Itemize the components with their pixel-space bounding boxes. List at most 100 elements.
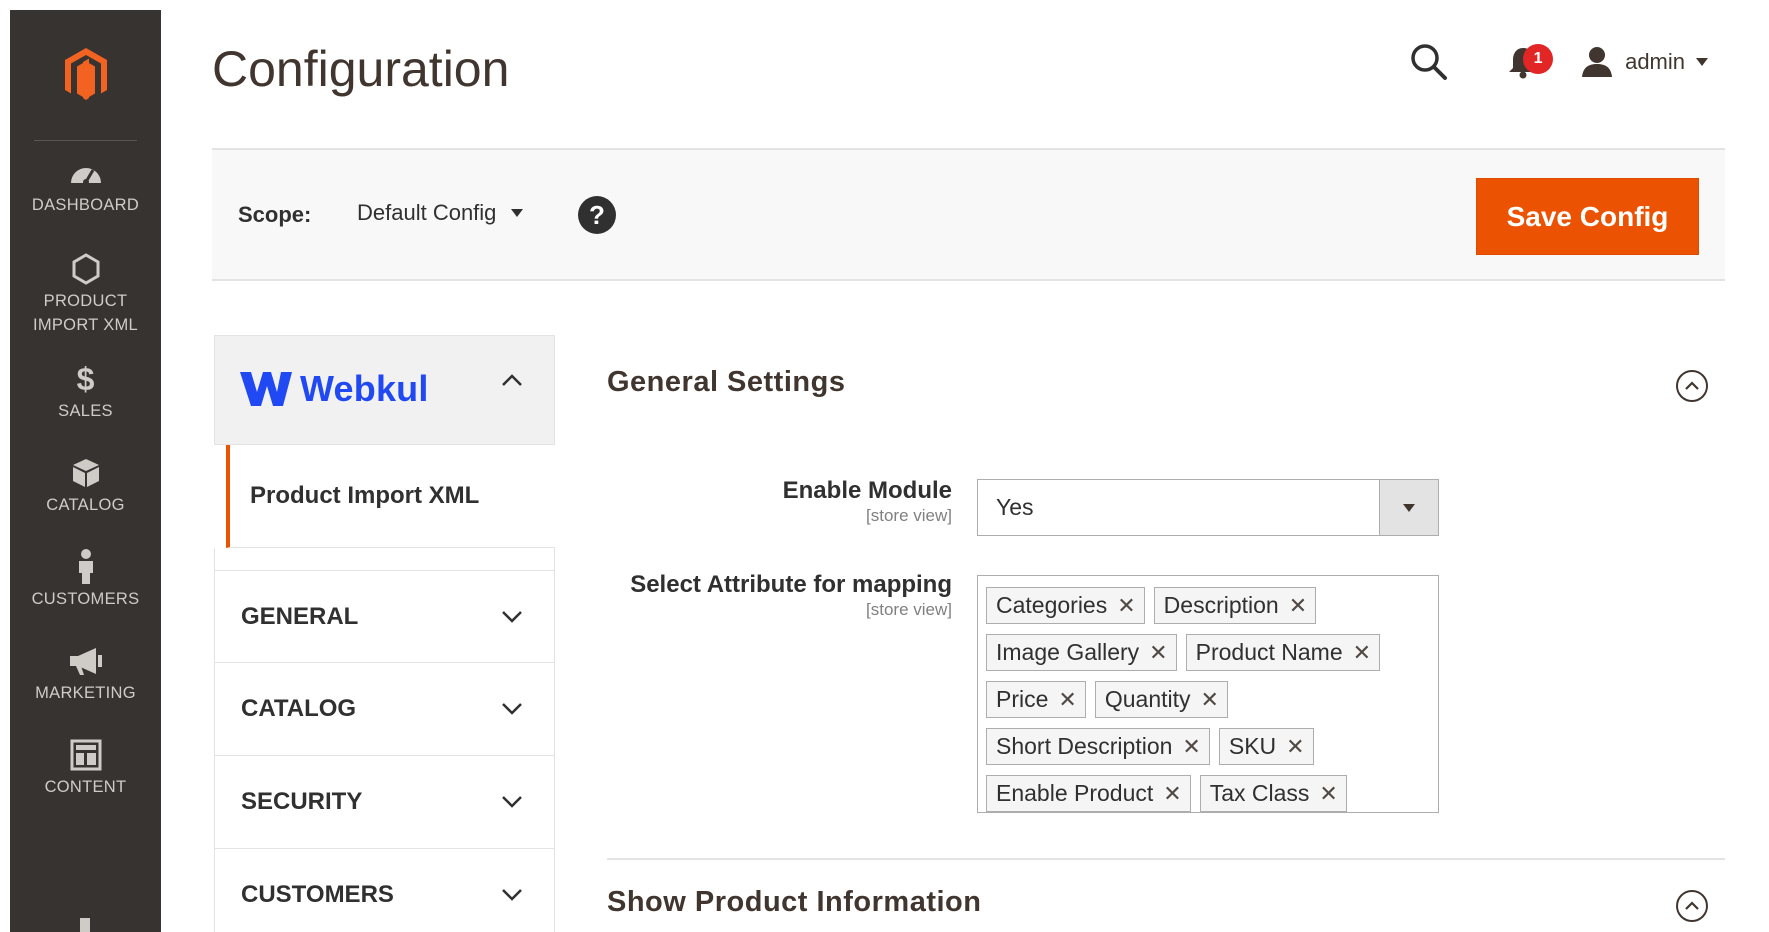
section-collapse-button[interactable]: [1676, 890, 1708, 922]
remove-tag-icon[interactable]: ✕: [1058, 687, 1076, 713]
hexagon-icon: [10, 249, 161, 289]
dashboard-icon: [10, 153, 161, 193]
section-divider: [607, 858, 1725, 860]
user-menu[interactable]: admin: [1581, 46, 1709, 78]
tag-row: Image Gallery ✕ Product Name ✕: [986, 629, 1430, 676]
tab-group-catalog[interactable]: CATALOG: [214, 663, 555, 756]
section-collapse-button[interactable]: [1676, 370, 1708, 402]
tab-group-security[interactable]: SECURITY: [214, 756, 555, 849]
nav-label: DASHBOARD: [31, 196, 140, 214]
field-scope: [store view]: [866, 506, 952, 525]
chevron-up-icon: [1685, 901, 1699, 910]
attribute-tag: Tax Class ✕: [1199, 775, 1347, 812]
chevron-down-icon: [502, 889, 522, 901]
tag-label: Description: [1163, 592, 1279, 618]
attribute-tag: SKU ✕: [1218, 728, 1314, 765]
nav-item-content[interactable]: CONTENT: [10, 729, 161, 823]
tag-row: Enable Product ✕ Tax Class ✕: [986, 770, 1430, 817]
remove-tag-icon[interactable]: ✕: [1319, 781, 1337, 807]
tag-label: Quantity: [1104, 686, 1191, 712]
tab-group-label: GENERAL: [241, 602, 359, 630]
user-name: admin: [1625, 49, 1685, 74]
attribute-mapping-multiselect[interactable]: Categories ✕ Description ✕ Image Gallery ✕ …: [977, 575, 1439, 813]
nav-label: SALES: [58, 402, 113, 420]
attribute-tag: Categories ✕: [986, 587, 1145, 624]
webkul-tab-header[interactable]: Webkul: [214, 335, 555, 445]
chevron-up-icon: [1685, 381, 1699, 390]
search-button[interactable]: [1405, 38, 1453, 86]
tab-spacer: [214, 548, 555, 570]
nav-label: CATALOG: [46, 496, 125, 514]
dollar-icon: $: [76, 360, 95, 397]
remove-tag-icon[interactable]: ✕: [1182, 734, 1200, 760]
field-label-text: Select Attribute for mapping: [630, 571, 952, 598]
magento-logo[interactable]: [10, 10, 161, 140]
nav-item-product-import-xml[interactable]: PRODUCT IMPORT XML: [10, 243, 161, 353]
remove-tag-icon[interactable]: ✕: [1201, 687, 1219, 713]
caret-down-icon: [1696, 58, 1708, 66]
scope-label: Scope:: [238, 202, 312, 227]
tag-row: Price ✕ Quantity ✕: [986, 676, 1430, 723]
tab-group-label: CATALOG: [241, 695, 357, 722]
tag-label: Categories: [996, 592, 1108, 618]
tab-group-customers[interactable]: CUSTOMERS: [214, 849, 555, 932]
attribute-tag: Price ✕: [986, 681, 1086, 718]
tag-row: Short Description ✕ SKU ✕: [986, 723, 1430, 770]
attribute-tag: Product Name ✕: [1185, 634, 1381, 671]
config-tabs: Webkul Product Import XML GENERAL CATALO…: [214, 335, 555, 932]
save-config-button[interactable]: Save Config: [1476, 178, 1699, 255]
remove-tag-icon[interactable]: ✕: [1163, 781, 1181, 807]
nav-label: MARKETING: [35, 684, 136, 702]
section-title-general-settings[interactable]: General Settings: [607, 366, 845, 399]
attribute-tag: Description ✕: [1153, 587, 1317, 624]
attribute-tag: Enable Product ✕: [986, 775, 1191, 812]
webkul-logo: Webkul: [240, 368, 429, 410]
select-value: Yes: [996, 494, 1034, 520]
attribute-mapping-label: Select Attribute for mapping [store view…: [630, 570, 952, 620]
remove-tag-icon[interactable]: ✕: [1117, 593, 1135, 619]
scope-switcher[interactable]: Default Config: [357, 200, 524, 226]
remove-tag-icon[interactable]: ✕: [1289, 593, 1307, 619]
nav-item-catalog[interactable]: CATALOG: [10, 447, 161, 541]
select-arrow[interactable]: [1379, 480, 1438, 535]
layout-icon: [10, 735, 161, 775]
scope-bar: Scope: Default Config ? Save Config: [212, 148, 1725, 281]
nav-item-sales[interactable]: $ SALES: [10, 353, 161, 447]
help-icon[interactable]: ?: [578, 196, 616, 234]
tag-label: Product Name: [1195, 639, 1343, 665]
webkul-label: Webkul: [300, 368, 429, 409]
tag-label: Short Description: [996, 733, 1173, 759]
header-actions: 1 admin: [1405, 38, 1709, 86]
chevron-down-icon: [502, 703, 522, 715]
tab-group-label: CUSTOMERS: [241, 881, 394, 908]
nav-label: PRODUCT IMPORT XML: [32, 292, 139, 334]
chevron-down-icon: [502, 610, 522, 623]
remove-tag-icon[interactable]: ✕: [1286, 734, 1304, 760]
search-icon: [1411, 44, 1448, 80]
notification-badge: 1: [1523, 44, 1554, 74]
notifications-button[interactable]: 1: [1499, 38, 1554, 86]
section-title-show-product-information[interactable]: Show Product Information: [607, 886, 982, 919]
attribute-tag: Quantity ✕: [1094, 681, 1228, 718]
megaphone-icon: [10, 641, 161, 681]
tab-group-label: SECURITY: [241, 788, 363, 815]
nav-item-marketing[interactable]: MARKETING: [10, 635, 161, 729]
nav-item-partial: [80, 918, 90, 932]
tab-product-import-xml[interactable]: Product Import XML: [226, 445, 555, 548]
field-label-text: Enable Module: [782, 477, 952, 504]
nav-item-customers[interactable]: CUSTOMERS: [10, 541, 161, 635]
chevron-up-icon[interactable]: [500, 372, 524, 388]
nav-divider: [34, 140, 137, 141]
scope-value: Default Config: [357, 200, 497, 225]
enable-module-select[interactable]: Yes: [977, 479, 1439, 536]
remove-tag-icon[interactable]: ✕: [1353, 640, 1371, 666]
nav-item-dashboard[interactable]: DASHBOARD: [10, 153, 161, 243]
admin-sidebar: DASHBOARD PRODUCT IMPORT XML $ SALES CAT…: [10, 10, 161, 932]
field-scope: [store view]: [866, 600, 952, 619]
caret-down-icon: [511, 209, 524, 217]
tab-group-general[interactable]: GENERAL: [214, 570, 555, 663]
remove-tag-icon[interactable]: ✕: [1149, 640, 1167, 666]
box-icon: [10, 453, 161, 493]
chevron-down-icon: [502, 796, 522, 808]
nav-label: CUSTOMERS: [31, 590, 140, 608]
